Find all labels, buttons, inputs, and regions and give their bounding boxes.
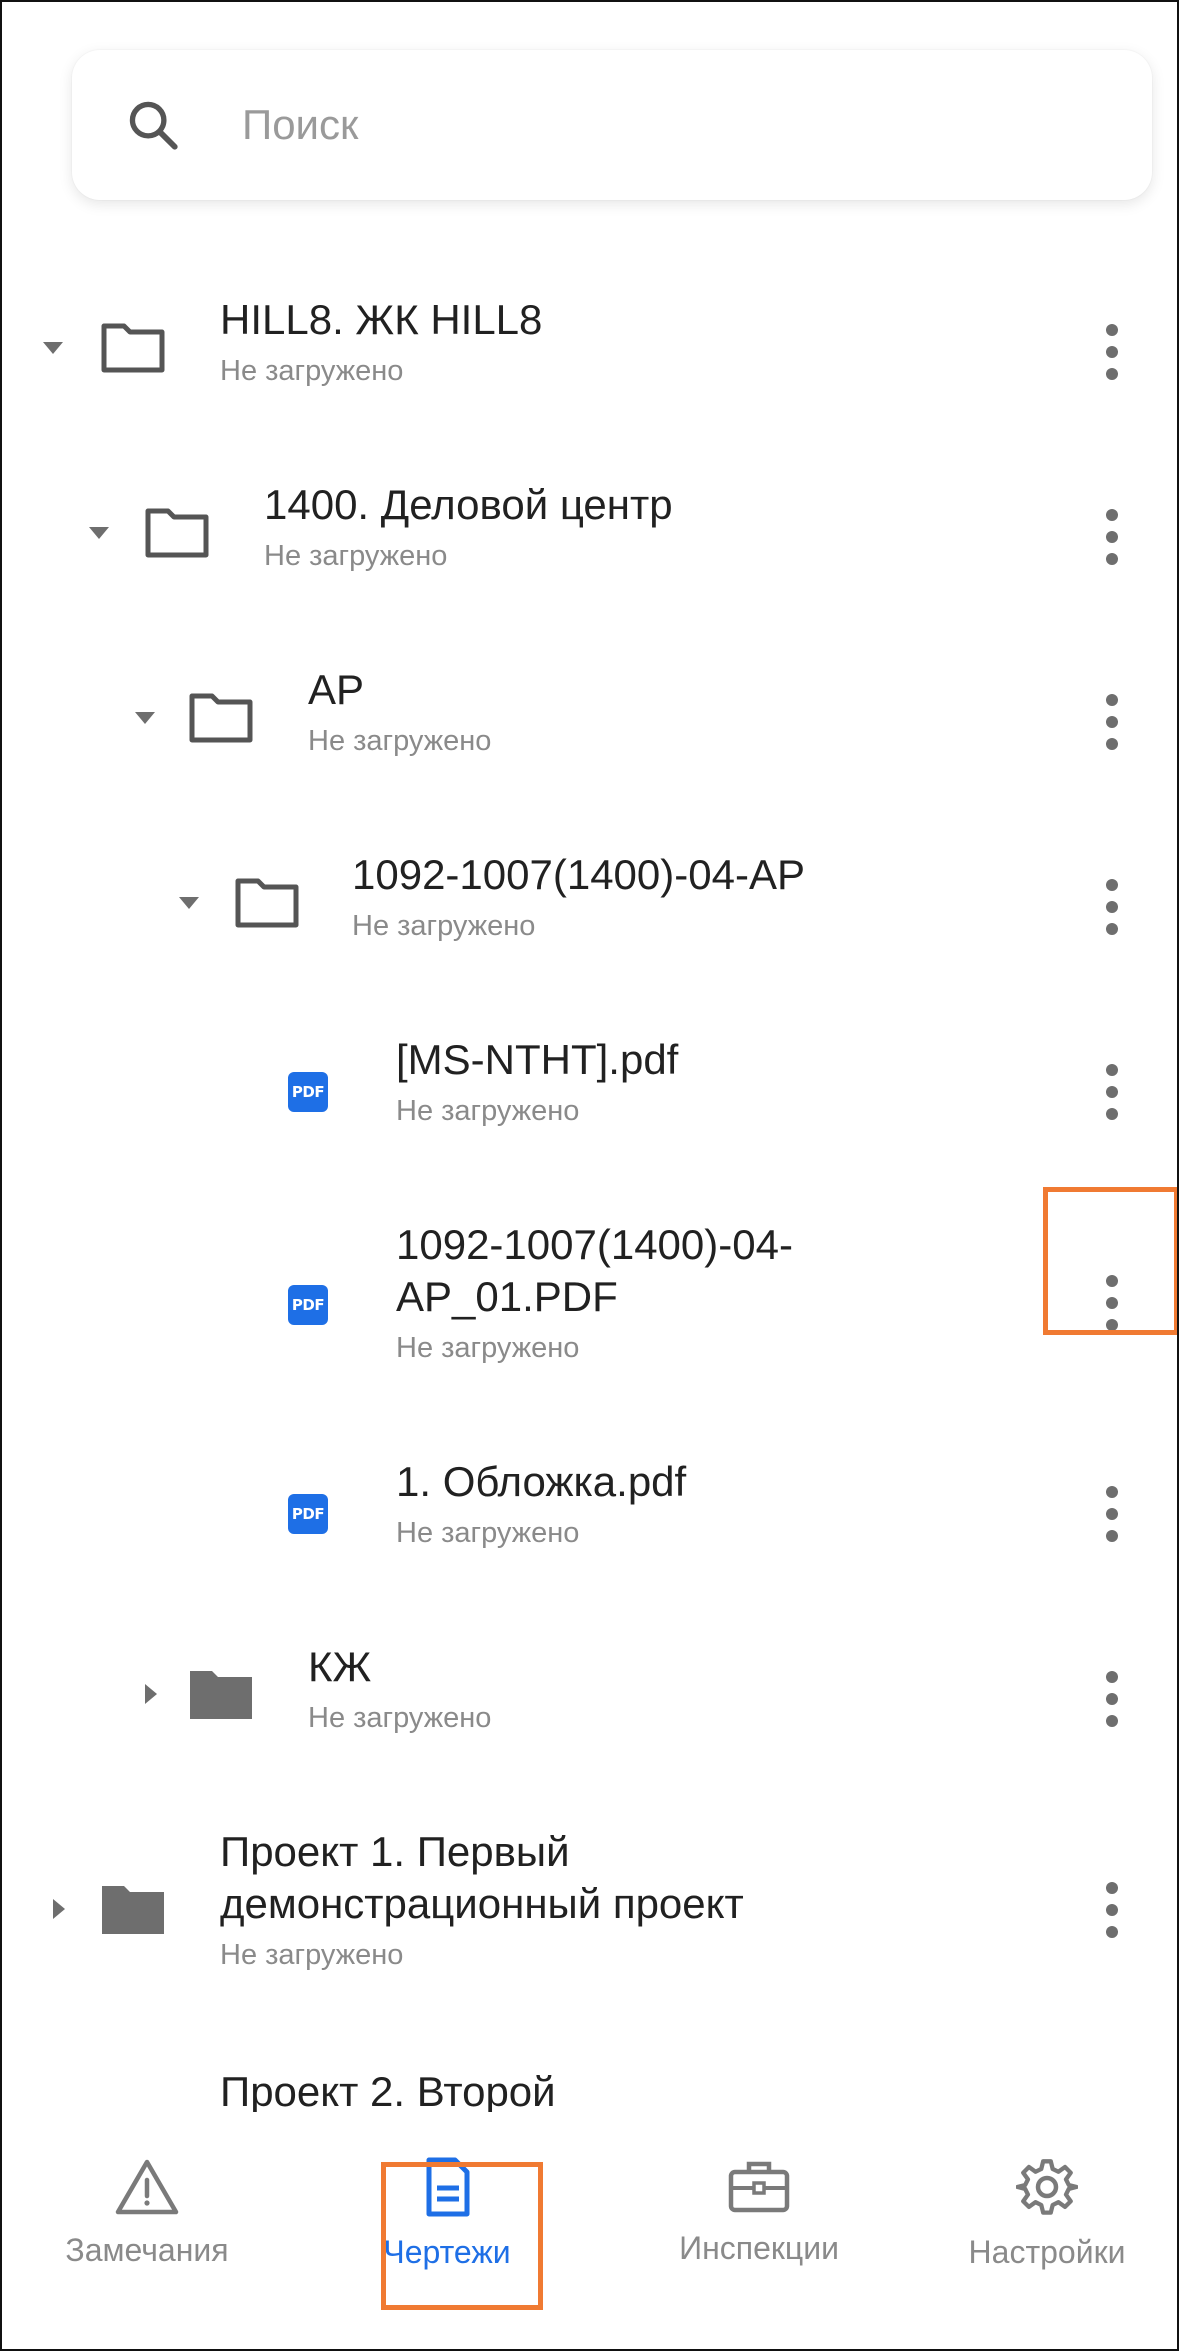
nav-tab-remarks[interactable]: Замечания	[2, 2112, 292, 2312]
screen: HILL8. ЖК HILL8 Не загружено 1400. Делов…	[0, 0, 1179, 2351]
more-options-button[interactable]	[1090, 682, 1134, 762]
tree-item-project-1[interactable]: Проект 1. Первый демонстрационный проект…	[2, 1814, 1177, 2004]
warning-icon	[115, 2159, 179, 2215]
nav-label: Настройки	[968, 2234, 1126, 2270]
caret-right-icon[interactable]	[44, 1894, 74, 1924]
tree-item-ar[interactable]: АР Не загружено	[2, 652, 1177, 792]
caret-down-icon[interactable]	[84, 517, 114, 547]
item-title-line1: Проект 1. Первый	[220, 1828, 570, 1875]
folder-outline-icon	[145, 508, 209, 558]
folder-filled-icon	[190, 1671, 252, 1719]
more-options-button[interactable]	[1090, 1474, 1134, 1554]
item-title: HILL8. ЖК HILL8	[220, 296, 543, 343]
folder-outline-icon	[101, 323, 165, 373]
folder-outline-icon	[189, 693, 253, 743]
item-title-line2: демонстрационный проект	[220, 1880, 744, 1927]
caret-down-icon[interactable]	[38, 332, 68, 362]
item-status: Не загружено	[220, 355, 404, 387]
nav-tab-settings[interactable]: Настройки	[902, 2112, 1177, 2312]
search-bar[interactable]	[72, 50, 1152, 200]
highlight-more-options	[1043, 1187, 1177, 1335]
tree-item-1092-ap01-pdf[interactable]: PDF 1092-1007(1400)-04- AP_01.PDF Не заг…	[2, 1207, 1177, 1397]
caret-down-icon[interactable]	[130, 702, 160, 732]
more-options-button[interactable]	[1090, 1659, 1134, 1739]
item-status: Не загружено	[264, 540, 448, 572]
more-options-button[interactable]	[1090, 497, 1134, 577]
item-status: Не загружено	[396, 1332, 580, 1364]
nav-label: Инспекции	[679, 2230, 839, 2266]
more-options-button[interactable]	[1090, 867, 1134, 947]
bottom-navigation: Замечания Чертежи Инспекции Настройки	[2, 2112, 1177, 2349]
item-status: Не загружено	[352, 910, 536, 942]
item-title-line2: AP_01.PDF	[396, 1273, 618, 1320]
item-status: Не загружено	[396, 1095, 580, 1127]
caret-down-icon[interactable]	[174, 887, 204, 917]
more-vertical-icon	[1106, 1486, 1118, 1542]
item-title: [MS-NTHT].pdf	[396, 1036, 679, 1083]
more-vertical-icon	[1106, 324, 1118, 380]
folder-filled-icon	[102, 1886, 164, 1934]
pdf-file-icon: PDF	[288, 1072, 328, 1112]
more-vertical-icon	[1106, 1064, 1118, 1120]
tree-item-1092-ar-folder[interactable]: 1092-1007(1400)-04-АР Не загружено	[2, 837, 1177, 977]
more-options-button[interactable]	[1090, 1052, 1134, 1132]
search-input[interactable]	[242, 90, 1102, 160]
toolbox-icon	[728, 2161, 790, 2213]
tree-item-1400[interactable]: 1400. Деловой центр Не загружено	[2, 467, 1177, 607]
more-vertical-icon	[1106, 1671, 1118, 1727]
gear-icon	[1016, 2159, 1078, 2215]
tree-item-ms-ntht-pdf[interactable]: PDF [MS-NTHT].pdf Не загружено	[2, 1022, 1177, 1162]
item-title-line1: 1092-1007(1400)-04-	[396, 1221, 793, 1268]
tree-item-oblozhka-pdf[interactable]: PDF 1. Обложка.pdf Не загружено	[2, 1444, 1177, 1584]
item-title: 1400. Деловой центр	[264, 481, 673, 528]
item-title: Проект 2. Второй	[220, 2068, 556, 2115]
item-status: Не загружено	[308, 725, 492, 757]
more-options-button[interactable]	[1090, 1870, 1134, 1950]
item-title: КЖ	[308, 1643, 372, 1690]
item-title: 1092-1007(1400)-04-АР	[352, 851, 805, 898]
highlight-active-tab	[381, 2162, 543, 2310]
nav-tab-inspections[interactable]: Инспекции	[614, 2112, 904, 2312]
more-vertical-icon	[1106, 694, 1118, 750]
more-vertical-icon	[1106, 879, 1118, 935]
item-status: Не загружено	[220, 1939, 404, 1971]
item-title: АР	[308, 666, 365, 713]
more-options-button[interactable]	[1090, 312, 1134, 392]
more-vertical-icon	[1106, 509, 1118, 565]
tree-item-kzh[interactable]: КЖ Не загружено	[2, 1629, 1177, 1769]
folder-outline-icon	[235, 878, 299, 928]
item-status: Не загружено	[396, 1517, 580, 1549]
nav-label: Замечания	[65, 2232, 229, 2268]
pdf-file-icon: PDF	[288, 1494, 328, 1534]
pdf-file-icon: PDF	[288, 1285, 328, 1325]
more-vertical-icon	[1106, 1882, 1118, 1938]
caret-right-icon[interactable]	[136, 1679, 166, 1709]
item-title: 1. Обложка.pdf	[396, 1458, 687, 1505]
search-icon	[129, 101, 178, 150]
item-status: Не загружено	[308, 1702, 492, 1734]
tree-item-hill8[interactable]: HILL8. ЖК HILL8 Не загружено	[2, 282, 1177, 422]
